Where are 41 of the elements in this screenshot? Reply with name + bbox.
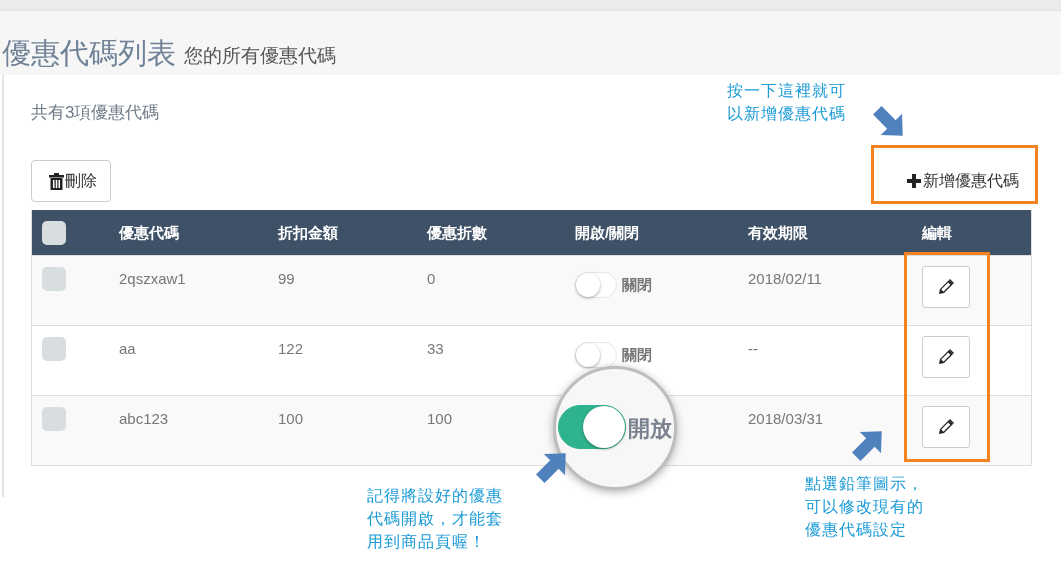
plus-icon	[907, 174, 921, 188]
table-cell-text: 99	[278, 269, 296, 289]
callout-text: 記得將設好的優惠代碼開啟，才能套用到商品頁喔！	[367, 486, 504, 552]
toggle-switch[interactable]	[558, 405, 626, 449]
toggle-label: 關閉	[622, 275, 652, 295]
table-cell-text: 2018/02/11	[748, 269, 823, 289]
toggle-label: 關閉	[622, 345, 652, 365]
column-header: 編輯	[922, 222, 953, 243]
column-header: 開啟/關閉	[575, 222, 641, 243]
column-header: 優惠折數	[427, 222, 488, 243]
table-cell-text: 100	[278, 409, 305, 429]
table-cell-text: 122	[278, 339, 305, 359]
table-cell-text: 100	[427, 409, 454, 429]
callout-text: 點選鉛筆圖示，可以修改現有的優惠代碼設定	[805, 474, 925, 540]
select-all-checkbox[interactable]	[42, 220, 66, 245]
column-header: 優惠代碼	[119, 222, 180, 243]
row-checkbox[interactable]	[42, 337, 66, 361]
table-cell-text: abc123	[119, 409, 170, 429]
callout-text: 按一下這裡就可以新增優惠代碼	[727, 81, 847, 124]
row-checkbox[interactable]	[42, 267, 66, 291]
table-cell-text: 2qszxaw1	[119, 269, 187, 289]
column-header: 折扣金額	[278, 222, 339, 243]
coupon-count-text: 共有3項優惠代碼	[31, 103, 160, 123]
table-cell-text: aa	[119, 339, 137, 359]
edit-button[interactable]	[922, 266, 970, 308]
table-cell-text: 2018/03/31	[748, 409, 825, 429]
page-subtitle: 您的所有優惠代碼	[184, 44, 336, 68]
pencil-icon	[938, 279, 954, 295]
pencil-icon	[938, 349, 954, 365]
edit-button[interactable]	[922, 406, 970, 448]
page-title: 優惠代碼列表	[2, 36, 176, 71]
delete-button[interactable]: 刪除	[31, 160, 111, 202]
toggle-label: 開放	[628, 415, 672, 443]
column-header: 有效期限	[748, 222, 809, 243]
table-cell-text: 0	[427, 269, 437, 289]
table-cell-text: --	[748, 339, 759, 359]
pencil-icon	[938, 419, 954, 435]
row-checkbox[interactable]	[42, 407, 66, 431]
edit-button[interactable]	[922, 336, 970, 378]
table-cell-text: 33	[427, 339, 445, 359]
trash-icon	[49, 172, 64, 190]
